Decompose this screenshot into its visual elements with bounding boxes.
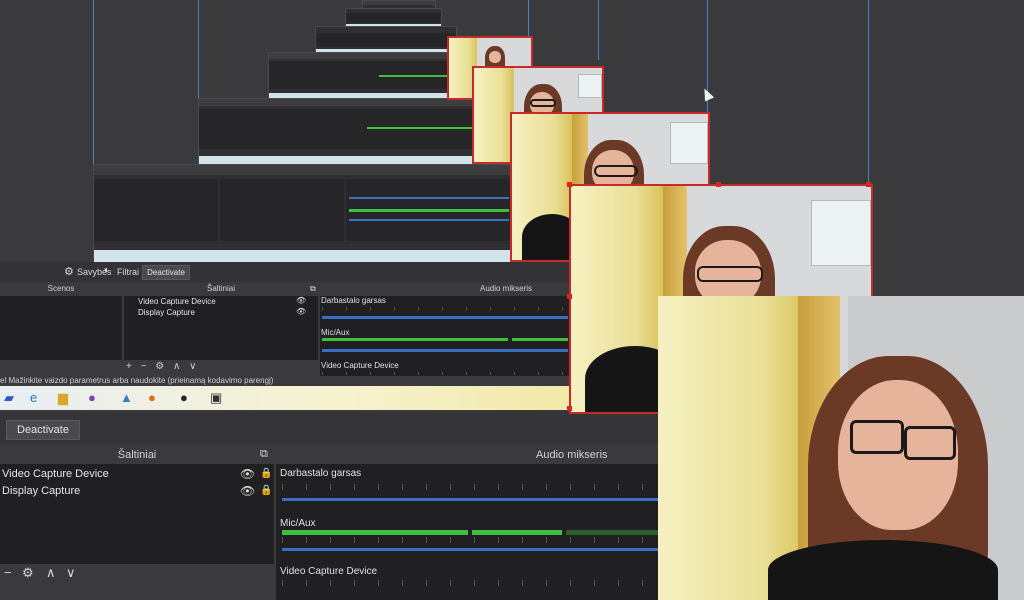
taskbar: ▰ e ▆ ● ▲ ● ● ▣ xyxy=(0,386,570,410)
media-icon[interactable]: ▣ xyxy=(210,390,222,406)
channel-label: Video Capture Device xyxy=(321,361,399,370)
guide-line xyxy=(868,0,869,190)
guide-line xyxy=(528,0,529,40)
app-icon[interactable]: ● xyxy=(88,390,96,406)
folder-icon[interactable]: ▆ xyxy=(58,390,68,406)
resize-handle[interactable] xyxy=(716,182,721,187)
scenes-header: Scenos xyxy=(0,283,122,295)
sources-list[interactable]: Video Capture Device Display Capture 👁 🔒… xyxy=(0,464,274,564)
meter-scale xyxy=(282,580,660,586)
windows-icon[interactable]: ▰ xyxy=(4,390,14,406)
obs-icon[interactable]: ● xyxy=(180,390,188,406)
channel-label: Darbastalo garsas xyxy=(280,468,362,479)
volume-slider[interactable] xyxy=(282,498,660,501)
meter-scale xyxy=(282,484,660,490)
edge-icon[interactable]: e xyxy=(30,390,37,406)
mirror-frame xyxy=(93,164,535,264)
meter-scale xyxy=(282,537,660,543)
audio-meter xyxy=(566,530,660,535)
channel-label: Mic/Aux xyxy=(280,518,316,529)
sources-header: Šaltiniai xyxy=(0,446,274,464)
remove-source-button[interactable]: − xyxy=(4,565,12,580)
gear-icon[interactable]: ⚙ xyxy=(64,265,74,278)
move-down-button[interactable]: ∨ xyxy=(66,565,76,581)
gear-icon[interactable]: ⚙ xyxy=(22,565,34,581)
store-icon[interactable]: ▲ xyxy=(120,390,133,406)
list-item[interactable]: Video Capture Device xyxy=(2,468,274,480)
resize-handle[interactable] xyxy=(567,294,572,299)
sources-controls[interactable]: + − ⚙ ∧ ∨ xyxy=(126,361,199,372)
mixer-header: Audio mikseris xyxy=(320,283,570,295)
copy-icon[interactable]: ⧉ xyxy=(260,448,268,461)
webcam-preview[interactable] xyxy=(658,296,1024,600)
guide-line xyxy=(598,0,599,60)
list-item[interactable]: Display Capture xyxy=(2,485,274,497)
resize-handle[interactable] xyxy=(866,182,871,187)
guide-line xyxy=(198,0,199,100)
mouse-cursor xyxy=(699,86,715,102)
mixer-panel: Darbastalo garsas Mic/Aux Video Capture … xyxy=(276,464,660,600)
deactivate-button[interactable]: Deactivate xyxy=(6,420,80,440)
mirror-frame xyxy=(315,26,457,54)
filter-icon[interactable]: ◐ xyxy=(104,265,110,276)
move-up-button[interactable]: ∧ xyxy=(46,565,56,581)
mirror-frame xyxy=(345,8,442,28)
channel-label: Mic/Aux xyxy=(321,328,350,337)
mirror-frame xyxy=(198,98,510,166)
toolbar xyxy=(0,412,660,444)
firefox-icon[interactable]: ● xyxy=(148,390,156,406)
lock-icon[interactable]: 🔒 xyxy=(260,485,272,496)
resize-handle[interactable] xyxy=(567,182,572,187)
hint-text: el Mažinkite vaizdo parametrus arba naud… xyxy=(0,376,274,385)
deactivate-button[interactable]: Deactivate xyxy=(142,265,190,280)
list-item[interactable]: Display Capture xyxy=(138,308,318,317)
mixer-header: Audio mikseris xyxy=(276,446,660,464)
volume-slider[interactable] xyxy=(282,548,660,551)
eye-icon[interactable]: 👁 xyxy=(240,484,255,498)
sources-list[interactable]: Video Capture Device Display Capture 👁 👁 xyxy=(124,296,318,360)
sources-header: Šaltiniai xyxy=(124,283,318,295)
audio-meter xyxy=(282,530,468,535)
scenes-list[interactable] xyxy=(0,296,122,360)
eye-icon[interactable]: 👁 xyxy=(296,296,306,305)
lock-icon[interactable]: 🔒 xyxy=(260,468,272,479)
copy-icon[interactable]: ⧉ xyxy=(310,284,316,294)
channel-label: Video Capture Device xyxy=(280,566,378,577)
guide-line xyxy=(93,0,94,170)
mixer-panel: Darbastalo garsas Mic/Aux Video Capture … xyxy=(320,296,570,376)
audio-meter xyxy=(472,530,562,535)
resize-handle[interactable] xyxy=(567,406,572,411)
eye-icon[interactable]: 👁 xyxy=(240,467,255,481)
filters-label[interactable]: Filtrai xyxy=(117,267,139,277)
eye-icon[interactable]: 👁 xyxy=(296,307,306,316)
channel-label: Darbastalo garsas xyxy=(321,296,386,305)
list-item[interactable]: Video Capture Device xyxy=(138,297,318,306)
